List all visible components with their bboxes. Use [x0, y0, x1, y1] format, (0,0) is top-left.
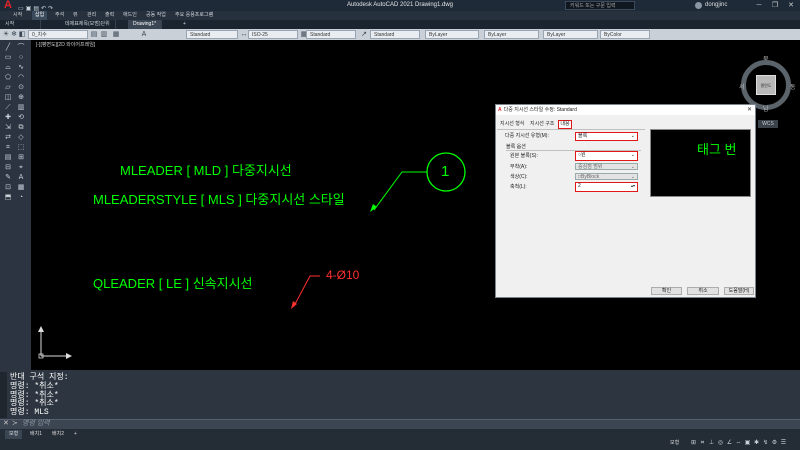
dialog-close-button[interactable]: ✕ [744, 105, 755, 115]
color-value: ByBlock [581, 174, 600, 180]
add-layout-button[interactable]: + [70, 430, 81, 439]
command-history-line: 명령: MLS [10, 408, 49, 417]
model-space-button[interactable]: 모형 [670, 439, 679, 447]
chevron-down-icon: ⌄ [630, 174, 635, 180]
tab-leader-format[interactable]: 지시선 형식 [500, 121, 524, 128]
ucs-x-arrow [66, 353, 72, 359]
scale-label: 축척(L): [510, 184, 527, 190]
leader-note-text[interactable]: 4-Ø10 [326, 268, 359, 282]
command-history-line: 명령: *취소* [10, 399, 59, 408]
source-block-value: 원 [581, 152, 586, 158]
cancel-button[interactable]: 취소 [687, 287, 719, 295]
command-input[interactable]: 명령 입력 [22, 419, 50, 429]
balloon-number[interactable]: 1 [441, 163, 449, 180]
viewcube-south[interactable]: 남 [763, 104, 769, 113]
close-command-icon[interactable]: ✕ [3, 419, 9, 429]
layout1-tab[interactable]: 배치1 [26, 430, 46, 439]
tab-content[interactable]: 내용 [558, 120, 572, 129]
balloon-leader-line[interactable] [373, 171, 427, 211]
viewcube-top-face[interactable]: 평면도 [756, 75, 776, 95]
osnap-icon[interactable]: ◎ [717, 439, 724, 447]
attachment-select[interactable]: 중심점 범위 ⌄ [575, 163, 638, 170]
workspace-icon[interactable]: ↯ [762, 439, 769, 447]
dialog-app-icon: A [498, 107, 502, 113]
source-block-select[interactable]: ○원 ⌄ [575, 151, 638, 161]
content-type-label: 다중 지시선 유형(M): [505, 133, 549, 139]
preview-tag-text: 태그 번 [697, 142, 737, 157]
dialog-title: 다중 지시선 스타일 수정: Standard [503, 107, 577, 113]
otrack-icon[interactable]: ⇔ [735, 439, 742, 447]
mleader-text[interactable]: MLEADER [ MLD ] 다중지시선 [120, 160, 292, 179]
grid-icon[interactable]: ⊞ [690, 439, 697, 447]
settings-icon[interactable]: ⚙ [771, 439, 778, 447]
help-button[interactable]: 도움말(H) [724, 287, 754, 295]
command-history-line: 명령: *취소* [10, 382, 59, 391]
layout2-tab[interactable]: 배치2 [48, 430, 68, 439]
dialog-title-bar: A 다중 지시선 스타일 수정: Standard [496, 105, 755, 115]
chevron-down-icon: ⌄ [630, 164, 635, 170]
wcs-menu[interactable]: WCS [758, 120, 778, 128]
viewcube-east[interactable]: 동 [790, 82, 796, 91]
content-type-select[interactable]: 블록 ⌄ [575, 132, 638, 141]
annotation-icon[interactable]: ✱ [753, 439, 760, 447]
color-select[interactable]: □ByBlock ⌄ [575, 173, 638, 180]
command-window-grip[interactable] [0, 372, 7, 418]
ok-button[interactable]: 확인 [651, 287, 682, 295]
chevron-down-icon: ⌄ [630, 152, 635, 158]
customize-icon[interactable]: ☰ [780, 439, 787, 447]
content-type-value: 블록 [578, 133, 588, 139]
attachment-value: 중심점 범위 [578, 164, 603, 170]
attachment-label: 부착(A): [510, 164, 528, 170]
tab-divider [497, 129, 645, 130]
command-history-line: 반대 구석 지정: [10, 373, 69, 382]
scale-value: 2 [578, 183, 581, 189]
model-tab[interactable]: 모형 [5, 430, 23, 439]
spinner-icon[interactable]: ▴▾ [631, 183, 635, 189]
color-label: 색상(C): [510, 174, 528, 180]
tab-leader-structure[interactable]: 지시선 구조 [530, 121, 554, 128]
qleader-text[interactable]: QLEADER [ LE ] 신속지시선 [93, 273, 253, 292]
source-block-label: 원본 블록(S): [510, 153, 538, 159]
snap-icon[interactable]: ⌗ [699, 439, 706, 447]
mleaderstyle-text[interactable]: MLEADERSTYLE [ MLS ] 다중지시선 스타일 [93, 189, 345, 208]
lineweight-icon[interactable]: ▣ [744, 439, 751, 447]
polar-icon[interactable]: ∠ [726, 439, 733, 447]
chevron-down-icon: ⌄ [630, 133, 635, 139]
note-leader-line[interactable] [293, 275, 320, 307]
ucs-y-arrow [38, 326, 44, 332]
ortho-icon[interactable]: ⊥ [708, 439, 715, 447]
viewcube-west[interactable]: 서 [739, 82, 745, 91]
status-bar [0, 429, 800, 450]
scale-input[interactable]: 2 ▴▾ [575, 182, 638, 192]
command-prompt-icon: ≻ [12, 420, 18, 427]
